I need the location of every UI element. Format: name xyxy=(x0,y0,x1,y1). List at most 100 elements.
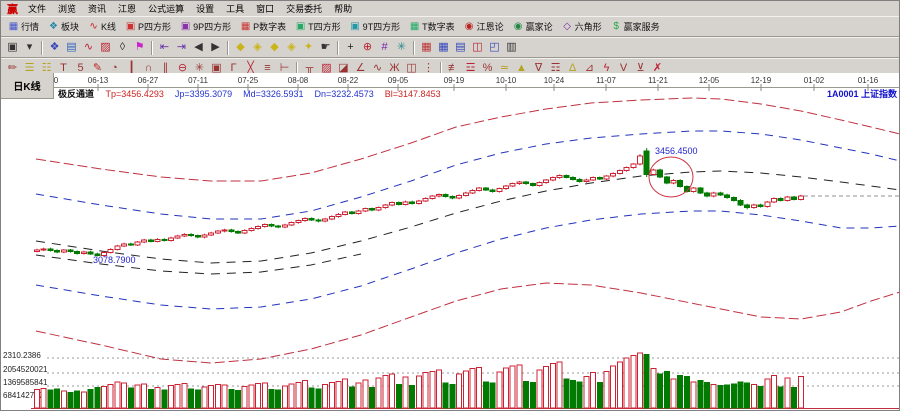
volume-bar[interactable] xyxy=(61,391,66,408)
volume-bar[interactable] xyxy=(477,367,482,408)
zoom-diamond2-icon[interactable]: ◈ xyxy=(249,40,266,55)
volume-bar[interactable] xyxy=(745,383,750,408)
candle-body[interactable] xyxy=(363,209,368,211)
asterisk-icon[interactable]: ✳ xyxy=(393,40,410,55)
menu-item-帮助[interactable]: 帮助 xyxy=(328,1,358,16)
volume-bar[interactable] xyxy=(450,384,455,408)
candle-body[interactable] xyxy=(450,196,455,198)
volume-bar[interactable] xyxy=(798,377,803,408)
toolbar-button-板块[interactable]: ❖板块 xyxy=(44,18,83,35)
volume-bar[interactable] xyxy=(189,389,194,408)
volume-bar[interactable] xyxy=(135,385,140,408)
volume-bar[interactable] xyxy=(671,379,676,408)
volume-bar[interactable] xyxy=(557,362,562,408)
candle-body[interactable] xyxy=(778,198,783,200)
volume-bar[interactable] xyxy=(269,389,274,408)
candle-body[interactable] xyxy=(698,188,703,193)
volume-bar[interactable] xyxy=(711,384,716,408)
toolbar-button-P数字表[interactable]: ▦P数字表 xyxy=(236,18,290,35)
menu-item-江恩[interactable]: 江恩 xyxy=(112,1,142,16)
flag-icon[interactable]: ⚑ xyxy=(131,40,148,55)
toolbar-button-赢家论[interactable]: ◉赢家论 xyxy=(509,18,557,35)
candle-body[interactable] xyxy=(410,202,415,204)
volume-bar[interactable] xyxy=(262,383,267,408)
volume-bar[interactable] xyxy=(282,386,287,408)
zoom-star-icon[interactable]: ✦ xyxy=(300,40,317,55)
candle-body[interactable] xyxy=(731,198,736,201)
volume-bar[interactable] xyxy=(108,384,113,408)
volume-bar[interactable] xyxy=(772,375,777,408)
candle-body[interactable] xyxy=(758,205,763,207)
volume-bar[interactable] xyxy=(182,383,187,408)
candle-body[interactable] xyxy=(725,195,730,198)
volume-bar[interactable] xyxy=(142,384,147,408)
volume-bar[interactable] xyxy=(162,390,167,408)
volume-bar[interactable] xyxy=(169,386,174,408)
volume-bar[interactable] xyxy=(584,377,589,408)
window-select-icon[interactable]: ▣ xyxy=(4,40,21,55)
volume-bar[interactable] xyxy=(564,379,569,408)
candle-body[interactable] xyxy=(343,212,348,214)
volume-bar[interactable] xyxy=(343,379,348,408)
volume-bar[interactable] xyxy=(678,375,683,408)
volume-bar[interactable] xyxy=(416,376,421,408)
candle-body[interactable] xyxy=(256,227,261,229)
candle-body[interactable] xyxy=(269,225,274,226)
toolbar-button-六角形[interactable]: ◇六角形 xyxy=(558,18,606,35)
volume-bar[interactable] xyxy=(303,381,308,409)
volume-bar[interactable] xyxy=(222,385,227,408)
volume-bar[interactable] xyxy=(88,390,93,408)
volume-bar[interactable] xyxy=(430,371,435,408)
volume-bar[interactable] xyxy=(249,385,254,408)
toolbar-button-行情[interactable]: ▦行情 xyxy=(4,18,43,35)
candle-body[interactable] xyxy=(510,184,515,186)
candle-body[interactable] xyxy=(664,177,669,183)
candle-body[interactable] xyxy=(182,234,187,236)
volume-bar[interactable] xyxy=(530,382,535,408)
candle-body[interactable] xyxy=(537,183,542,186)
volume-bar[interactable] xyxy=(383,375,388,408)
candle-body[interactable] xyxy=(390,203,395,206)
volume-bar[interactable] xyxy=(691,382,696,408)
candle-body[interactable] xyxy=(75,252,80,254)
volume-bar[interactable] xyxy=(122,383,127,408)
volume-bar[interactable] xyxy=(524,381,529,408)
zoom-diamond3-icon[interactable]: ◆ xyxy=(266,40,283,55)
volume-bar[interactable] xyxy=(758,387,763,408)
candle-body[interactable] xyxy=(711,193,716,196)
volume-bar[interactable] xyxy=(664,371,669,408)
volume-bar[interactable] xyxy=(309,388,314,408)
candle-body[interactable] xyxy=(356,211,361,214)
volume-bar[interactable] xyxy=(102,387,107,408)
table-icon[interactable]: ▦ xyxy=(435,40,452,55)
volume-bar[interactable] xyxy=(504,368,509,408)
volume-bar[interactable] xyxy=(778,387,783,408)
volume-bar[interactable] xyxy=(497,372,502,408)
candle-body[interactable] xyxy=(705,193,710,196)
candle-body[interactable] xyxy=(530,184,535,186)
candle-body[interactable] xyxy=(611,173,616,176)
candle-body[interactable] xyxy=(544,180,549,183)
menu-item-文件[interactable]: 文件 xyxy=(22,1,52,16)
report-icon[interactable]: ▤ xyxy=(63,40,80,55)
candle-body[interactable] xyxy=(651,170,656,174)
volume-bar[interactable] xyxy=(195,390,200,408)
candle-body[interactable] xyxy=(289,223,294,225)
toolbar-button-9P四方形[interactable]: ▣9P四方形 xyxy=(176,18,235,35)
candle-body[interactable] xyxy=(437,195,442,197)
menu-item-公式运算[interactable]: 公式运算 xyxy=(142,1,190,16)
candle-body[interactable] xyxy=(644,151,649,174)
prev-bar-icon[interactable]: ◀ xyxy=(190,40,207,55)
candle-body[interactable] xyxy=(249,228,254,230)
volume-bar[interactable] xyxy=(323,385,328,408)
candle-body[interactable] xyxy=(557,176,562,178)
candle-body[interactable] xyxy=(571,177,576,179)
zoom-diamond4-icon[interactable]: ◈ xyxy=(283,40,300,55)
candle-body[interactable] xyxy=(135,242,140,245)
candle-body[interactable] xyxy=(483,188,488,190)
volume-bar[interactable] xyxy=(175,384,180,408)
candle-body[interactable] xyxy=(155,239,160,241)
volume-bar[interactable] xyxy=(591,373,596,408)
volume-bar[interactable] xyxy=(731,384,736,408)
volume-bar[interactable] xyxy=(658,374,663,408)
